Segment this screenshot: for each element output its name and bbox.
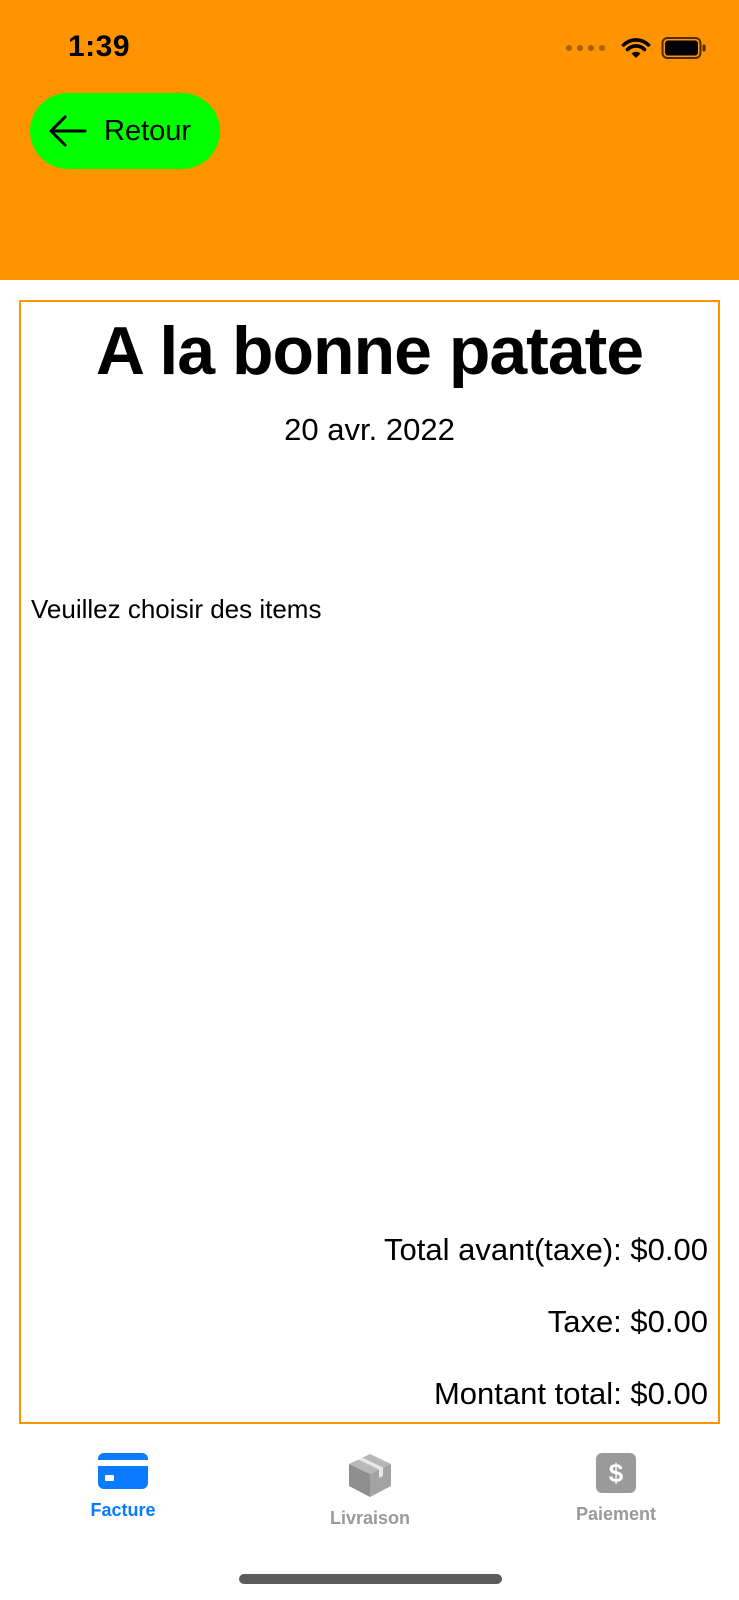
tax-line: Taxe: $0.00 (547, 1304, 708, 1339)
invoice-date: 20 avr. 2022 (284, 412, 455, 447)
tab-paiement[interactable]: $ Paiement (531, 1452, 701, 1542)
home-indicator[interactable] (239, 1574, 502, 1584)
app-screen: 1:39 Retour A la bonne patate 20 avr. 20… (0, 0, 739, 1600)
tab-bar: Facture Livraison $ Paiement (0, 1432, 739, 1542)
tab-paiement-label: Paiement (575, 1504, 657, 1524)
subtotal-line: Total avant(taxe): $0.00 (384, 1232, 708, 1267)
back-button[interactable]: Retour (30, 93, 220, 169)
arrow-left-icon (49, 115, 87, 147)
tab-facture-label: Facture (90, 1500, 156, 1520)
invoice-card: A la bonne patate 20 avr. 2022 Veuillez … (19, 300, 720, 1424)
grand-total-line: Montant total: $0.00 (433, 1376, 708, 1411)
tab-livraison[interactable]: Livraison (285, 1452, 455, 1542)
cellular-signal-icon (566, 45, 605, 51)
credit-card-icon (98, 1453, 148, 1489)
empty-items-message: Veuillez choisir des items (31, 594, 322, 624)
tab-facture[interactable]: Facture (38, 1452, 208, 1542)
status-indicators (566, 34, 707, 62)
back-button-label: Retour (104, 114, 192, 147)
battery-icon (661, 37, 706, 59)
tab-livraison-label: Livraison (329, 1508, 411, 1528)
svg-text:$: $ (609, 1458, 624, 1488)
dollar-sign-icon: $ (596, 1453, 636, 1493)
store-name: A la bonne patate (95, 313, 644, 389)
status-time: 1:39 (68, 30, 131, 63)
header-bar: 1:39 Retour (0, 0, 739, 280)
package-box-icon (349, 1454, 391, 1497)
wifi-icon (621, 38, 651, 58)
